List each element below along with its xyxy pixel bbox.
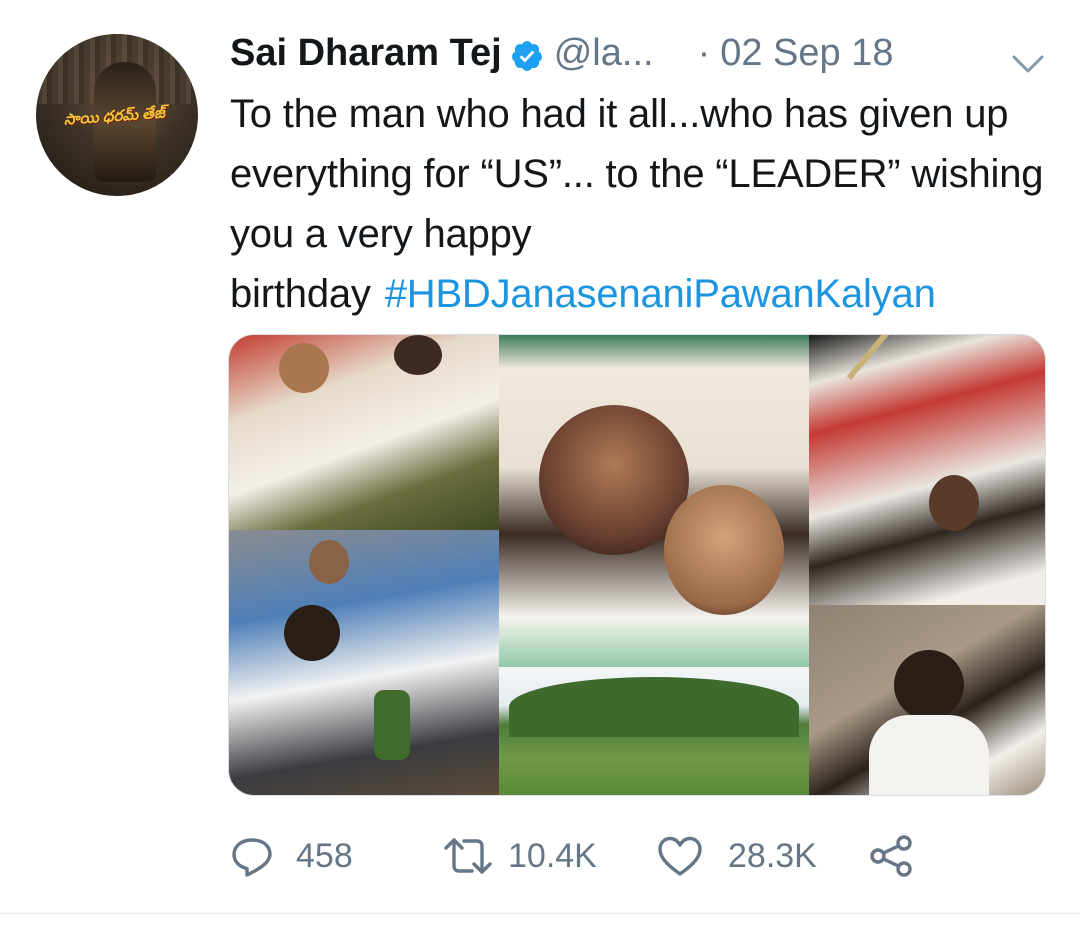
collage-photo-namaste [809, 605, 1045, 795]
chevron-down-icon[interactable] [1010, 40, 1046, 73]
like-count: 28.3K [728, 836, 817, 875]
collage-photo-field-walk [499, 667, 809, 795]
collage-photo-tree-planting [229, 530, 499, 795]
reply-button[interactable]: 458 [230, 826, 353, 886]
tweet-divider [0, 913, 1080, 914]
tweet-text: To the man who had it all...who has give… [230, 84, 1060, 324]
tweet-actions: 458 10.4K 28.3K [230, 826, 1030, 886]
share-icon [868, 834, 916, 878]
reply-count: 458 [296, 836, 353, 875]
heart-icon [656, 834, 704, 878]
avatar[interactable]: సాయి ధరమ్ తేజ్ [36, 34, 198, 196]
author-name[interactable]: Sai Dharam Tej [230, 28, 502, 78]
header-separator: · [697, 32, 711, 74]
retweet-icon [442, 834, 494, 878]
collage-photo-elder-crowd [229, 335, 499, 530]
retweet-count: 10.4K [508, 836, 597, 875]
author-handle[interactable]: @la... [554, 28, 654, 78]
collage-photo-child-embrace [499, 335, 809, 667]
share-button[interactable] [868, 826, 916, 886]
tweet-header: Sai Dharam Tej @la... · 02 Sep 18 [230, 28, 1050, 78]
tweet-media-collage[interactable] [228, 334, 1046, 796]
tweet-card[interactable]: సాయి ధరమ్ తేజ్ Sai Dharam Tej @la... · 0… [0, 0, 1080, 928]
verified-badge-icon [510, 36, 544, 71]
like-button[interactable]: 28.3K [656, 826, 817, 886]
tweet-date[interactable]: 02 Sep 18 [720, 28, 893, 78]
reply-icon [230, 834, 274, 878]
collage-photo-sword-rally [809, 335, 1045, 605]
hashtag-link[interactable]: #HBDJanasenaniPawanKalyan [385, 272, 936, 316]
retweet-button[interactable]: 10.4K [442, 826, 597, 886]
